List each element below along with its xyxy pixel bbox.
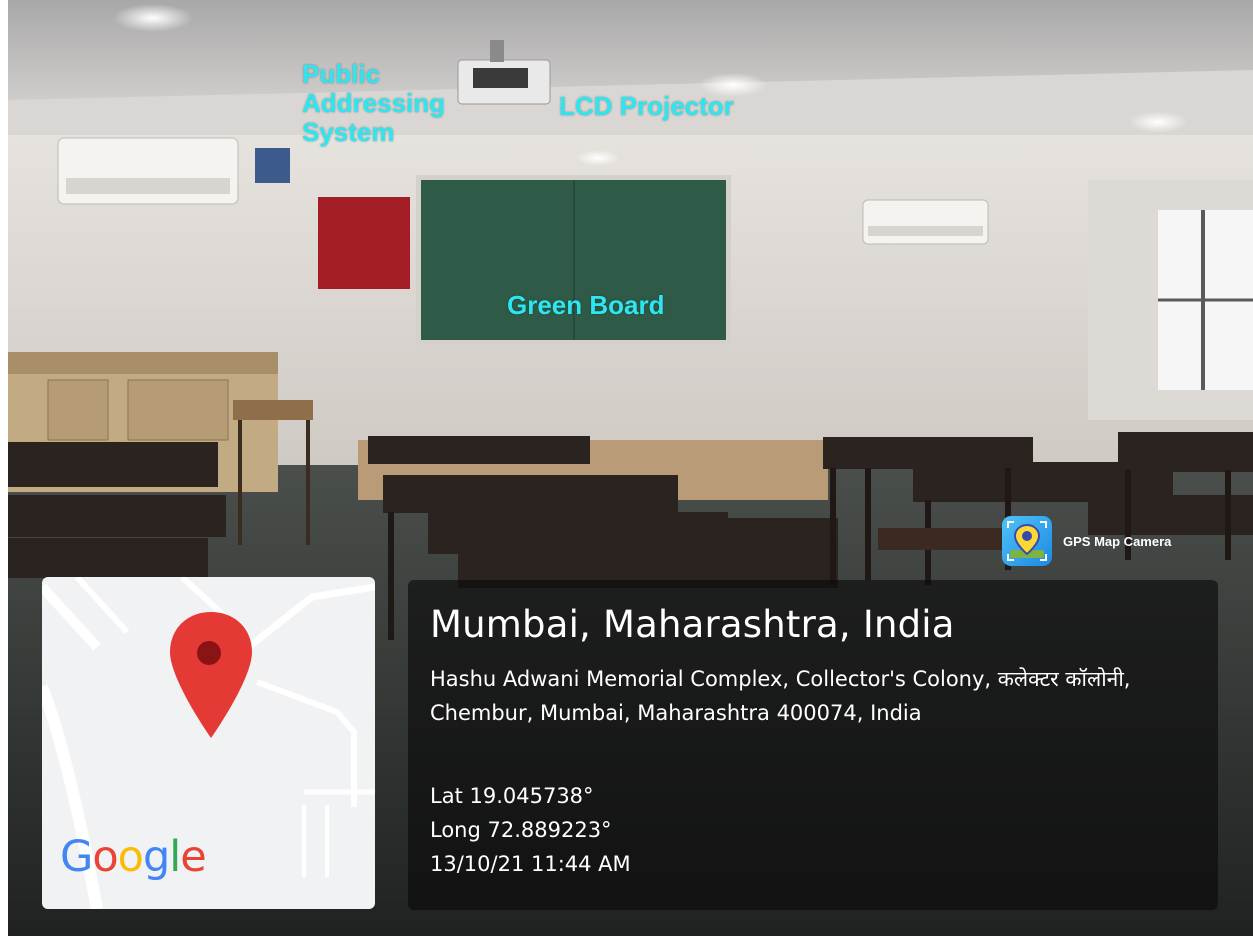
gps-map-camera-icon (1002, 516, 1052, 566)
gps-app-badge: GPS Map Camera (1002, 515, 1171, 567)
green-board-label: Green Board (507, 290, 665, 320)
google-letter: g (142, 832, 170, 882)
place-title: Mumbai, Maharashtra, India (430, 603, 955, 646)
google-letter: G (60, 832, 93, 882)
google-letter: o (117, 832, 144, 882)
google-letter: o (92, 832, 118, 882)
google-letter: l (169, 832, 181, 882)
timestamp-text: 13/10/21 11:44 AM (430, 852, 631, 876)
google-logo: Google (60, 832, 207, 882)
gps-app-name: GPS Map Camera (1063, 533, 1172, 549)
lcd-projector-label: LCD Projector (559, 91, 734, 121)
location-pin-icon (170, 612, 252, 738)
google-letter: e (180, 832, 206, 882)
longitude-text: Long 72.889223° (430, 818, 612, 842)
public-addressing-label: Public Addressing System (302, 59, 446, 147)
latitude-text: Lat 19.045738° (430, 784, 594, 808)
address-text: Hashu Adwani Memorial Complex, Collector… (430, 667, 1131, 725)
